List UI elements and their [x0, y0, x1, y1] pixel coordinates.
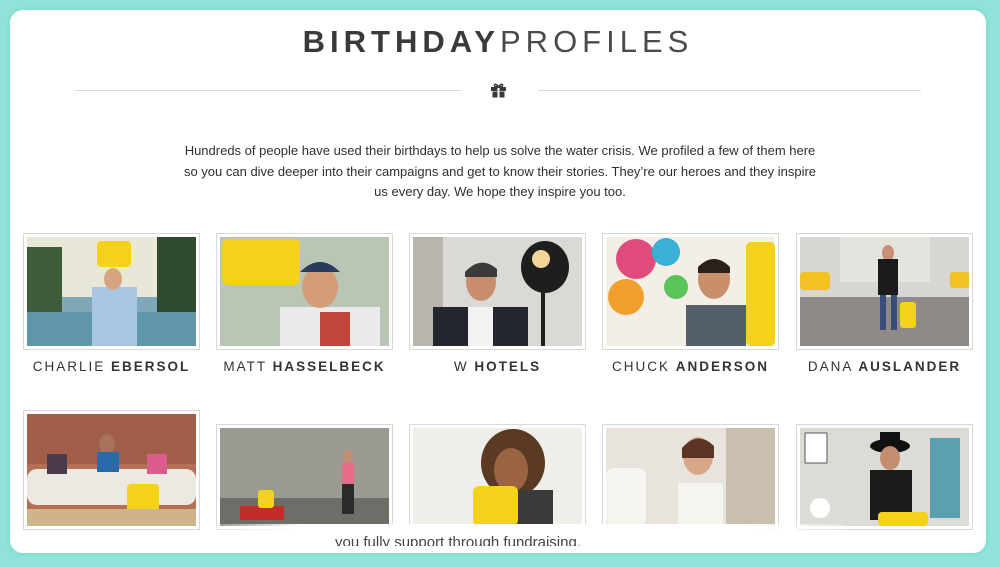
- gift-icon: [491, 83, 506, 98]
- overlay-text: you fully support through fundraising.: [335, 534, 581, 546]
- photo-image: [800, 428, 969, 526]
- profile-name[interactable]: CHARLIE EBERSOL: [13, 359, 210, 374]
- profile-photo[interactable]: [796, 424, 973, 530]
- profile-photo[interactable]: [409, 233, 586, 350]
- profile-photo[interactable]: [602, 233, 779, 350]
- bottom-fade-overlay: you fully support through fundraising.: [205, 524, 845, 553]
- profile-name[interactable]: MATT HASSELBECK: [206, 359, 403, 374]
- photo-image: [220, 428, 389, 526]
- photo-image: [606, 428, 775, 526]
- first-name: MATT: [223, 359, 267, 374]
- first-name: W: [453, 359, 469, 374]
- last-name: ANDERSON: [675, 359, 770, 374]
- title-bold: BIRTHDAY: [302, 24, 500, 59]
- profile-name[interactable]: DANA AUSLANDER: [786, 359, 983, 374]
- profile-photo[interactable]: [216, 424, 393, 530]
- profile-photo[interactable]: [23, 233, 200, 350]
- last-name: AUSLANDER: [858, 359, 962, 374]
- divider-left: [75, 90, 461, 91]
- photo-image: [800, 237, 969, 346]
- last-name: HOTELS: [474, 359, 542, 374]
- profile-name[interactable]: W HOTELS: [399, 359, 596, 374]
- profile-photo[interactable]: [409, 424, 586, 530]
- intro-paragraph: Hundreds of people have used their birth…: [183, 143, 817, 199]
- page-title: BIRTHDAYPROFILES: [10, 24, 986, 60]
- profile-photo[interactable]: [23, 410, 200, 530]
- photo-image: [606, 237, 775, 346]
- first-name: DANA: [807, 359, 853, 374]
- photo-image: [27, 414, 196, 526]
- divider-right: [538, 90, 921, 91]
- photo-image: [220, 237, 389, 346]
- photo-image: [27, 237, 196, 346]
- last-name: EBERSOL: [111, 359, 191, 374]
- photo-image: [413, 428, 582, 526]
- title-light: PROFILES: [500, 24, 694, 59]
- profile-photo[interactable]: [216, 233, 393, 350]
- first-name: CHUCK: [611, 359, 670, 374]
- last-name: HASSELBECK: [272, 359, 386, 374]
- profile-name[interactable]: CHUCK ANDERSON: [592, 359, 789, 374]
- page-frame: BIRTHDAYPROFILES Hundreds of people have…: [7, 7, 989, 556]
- profile-photo[interactable]: [796, 233, 973, 350]
- photo-image: [413, 237, 582, 346]
- profile-photo[interactable]: [602, 424, 779, 530]
- first-name: CHARLIE: [32, 359, 106, 374]
